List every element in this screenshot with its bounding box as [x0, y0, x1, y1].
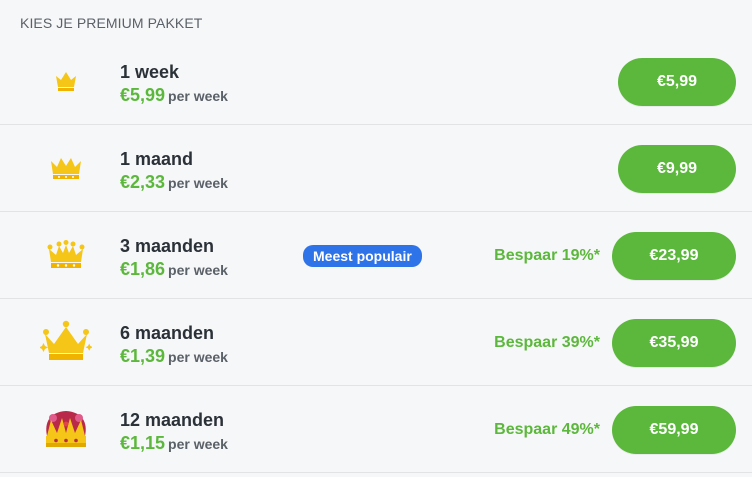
package-row-1-maand[interactable]: 1 maand €2,33 per week €9,99	[0, 125, 752, 212]
package-name: 3 maanden	[120, 236, 215, 256]
savings-label: Bespaar 19%*	[494, 247, 600, 264]
package-price: €1,86 per week	[120, 259, 228, 280]
crown-large-icon	[38, 230, 94, 280]
price-unit: per week	[168, 349, 228, 365]
price-unit: per week	[168, 262, 228, 278]
package-name: 6 maanden	[120, 323, 215, 343]
buy-button-6-maanden[interactable]: €35,99	[612, 319, 736, 367]
package-price: €1,39 per week	[120, 346, 228, 367]
price-value: €1,86	[120, 259, 166, 279]
section-title: KIES JE PREMIUM PAKKET	[20, 15, 203, 31]
package-list: 1 week €5,99 per week €5,99 1 maand €2,33…	[0, 38, 752, 473]
package-row-12-maanden[interactable]: 12 maanden €1,15 per week Bespaar 49%* €5…	[0, 386, 752, 473]
package-row-3-maanden[interactable]: 3 maanden €1,86 per week Meest populair B…	[0, 212, 752, 299]
price-value: €5,99	[120, 85, 166, 105]
buy-button-3-maanden[interactable]: €23,99	[612, 232, 736, 280]
package-row-1-week[interactable]: 1 week €5,99 per week €5,99	[0, 38, 752, 125]
package-name: 12 maanden	[120, 410, 225, 430]
package-name: 1 maand	[120, 149, 194, 169]
package-name: 1 week	[120, 62, 180, 82]
price-unit: per week	[168, 436, 228, 452]
price-value: €1,15	[120, 433, 166, 453]
price-value: €1,39	[120, 346, 166, 366]
package-row-6-maanden[interactable]: 6 maanden €1,39 per week Bespaar 39%* €35…	[0, 299, 752, 386]
buy-button-1-week[interactable]: €5,99	[618, 58, 736, 106]
savings-label: Bespaar 39%*	[494, 334, 600, 351]
price-unit: per week	[168, 175, 228, 191]
buy-button-1-maand[interactable]: €9,99	[618, 145, 736, 193]
buy-button-12-maanden[interactable]: €59,99	[612, 406, 736, 454]
crown-medium-icon	[38, 143, 94, 193]
savings-label: Bespaar 49%*	[494, 421, 600, 438]
package-price: €5,99 per week	[120, 85, 228, 106]
most-popular-badge: Meest populair	[303, 245, 422, 267]
price-value: €2,33	[120, 172, 166, 192]
crown-royal-icon	[38, 404, 94, 454]
crown-small-icon	[38, 56, 94, 106]
package-price: €2,33 per week	[120, 172, 228, 193]
price-unit: per week	[168, 88, 228, 104]
crown-sparkle-icon	[38, 317, 94, 367]
package-price: €1,15 per week	[120, 433, 228, 454]
